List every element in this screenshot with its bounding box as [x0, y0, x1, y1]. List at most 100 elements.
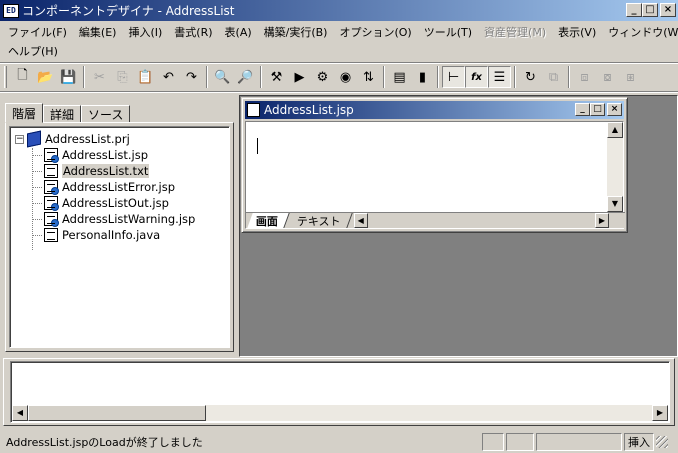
menu-row1-4[interactable]: 表(A) — [219, 24, 258, 40]
tree-file-item[interactable]: AddressListOut.jsp — [44, 195, 169, 211]
status-bar: AddressList.jspのLoadが終了しました 挿入 — [0, 430, 678, 453]
tree-file-item[interactable]: AddressListError.jsp — [44, 179, 175, 195]
refresh-icon[interactable]: ↻ — [519, 66, 542, 88]
window-tile-icon[interactable]: ⧇ — [596, 66, 619, 88]
window-title: コンポーネントデザイナ - AddressList — [22, 4, 235, 18]
project-pane: 階層 詳細 ソース − AddressList.prj AddressList.jsp A… — [3, 95, 237, 357]
sheet-scroll-left-button[interactable]: ◀ — [353, 213, 368, 228]
app-icon[interactable]: ED — [3, 3, 19, 18]
find-next-icon[interactable]: 🔎 — [234, 66, 257, 88]
jsp-file-icon — [44, 148, 59, 163]
editor-vertical-scrollbar[interactable]: ▲ ▼ — [607, 122, 623, 212]
title-bar[interactable]: ED コンポーネントデザイナ - AddressList _ □ × — [0, 0, 678, 21]
text-file-icon — [44, 164, 58, 178]
close-button[interactable]: × — [660, 3, 676, 17]
minimize-button[interactable]: _ — [626, 3, 642, 17]
project-tab-1[interactable]: 詳細 — [43, 105, 82, 123]
project-tab-0[interactable]: 階層 — [5, 103, 44, 123]
sheet-tab-1[interactable]: テキスト — [288, 213, 353, 228]
output-scroll-left-button[interactable]: ◀ — [12, 405, 28, 421]
menu-row1-7[interactable]: ツール(T) — [418, 24, 478, 40]
document-window[interactable]: AddressList.jsp _ □ × ▲ ▼ 画面 テキスト ◀ ▶ — [241, 97, 628, 233]
toolbar-separator — [514, 66, 516, 88]
toolbar-separator — [83, 66, 85, 88]
tree-file-label: AddressListWarning.jsp — [62, 212, 196, 226]
tree-root-project[interactable]: − AddressList.prj — [15, 130, 130, 148]
undo-icon[interactable]: ↶ — [157, 66, 180, 88]
project-tree[interactable]: − AddressList.prj AddressList.jsp AddressLi… — [9, 126, 230, 348]
menu-row1-9[interactable]: 表示(V) — [552, 24, 602, 40]
open-folder-icon[interactable]: 📂 — [34, 66, 57, 88]
comment-icon[interactable]: ☰ — [488, 66, 511, 88]
sheet-tab-label: 画面 — [256, 214, 278, 228]
jsp-file-icon — [44, 180, 59, 195]
status-message: AddressList.jspのLoadが終了しました — [6, 435, 203, 449]
menu-row2-0[interactable]: ヘルプ(H) — [2, 43, 64, 59]
output-scroll-thumb[interactable] — [28, 405, 206, 421]
toolbar-separator — [383, 66, 385, 88]
tree-file-label: PersonalInfo.java — [62, 228, 161, 242]
stop-icon[interactable]: ◉ — [334, 66, 357, 88]
build-icon[interactable]: ⚒ — [265, 66, 288, 88]
menu-row1-10[interactable]: ウィンドウ(W) — [602, 24, 678, 40]
save-icon[interactable]: 💾 — [57, 66, 80, 88]
component-icon[interactable]: ⧉ — [542, 66, 565, 88]
menu-row1-5[interactable]: 構築/実行(B) — [258, 24, 334, 40]
tree-collapse-toggle[interactable]: − — [15, 134, 24, 144]
redo-icon[interactable]: ↷ — [180, 66, 203, 88]
tree-file-label: AddressListOut.jsp — [62, 196, 169, 210]
sheet-scroll-right-button[interactable]: ▶ — [595, 213, 609, 228]
tree-file-label: AddressList.txt — [62, 164, 150, 178]
sheet-tabs: 画面 テキスト ◀ ▶ — [246, 212, 625, 228]
mdi-workspace[interactable]: AddressList.jsp _ □ × ▲ ▼ 画面 テキスト ◀ ▶ — [239, 95, 678, 357]
maximize-button[interactable]: □ — [642, 3, 658, 17]
sort-icon[interactable]: ⇅ — [357, 66, 380, 88]
menu-row1-0[interactable]: ファイル(F) — [2, 24, 73, 40]
tree-file-item[interactable]: AddressList.txt — [44, 163, 150, 179]
paste-icon[interactable]: 📋 — [134, 66, 157, 88]
tree-file-item[interactable]: AddressListWarning.jsp — [44, 211, 195, 227]
status-panel-2 — [506, 432, 534, 451]
function-icon[interactable]: fx — [465, 66, 488, 88]
properties-icon[interactable]: ▤ — [388, 66, 411, 88]
sheet-tab-label: テキスト — [297, 214, 341, 228]
tree-file-item[interactable]: AddressList.jsp — [44, 147, 148, 163]
toolbar-separator — [568, 66, 570, 88]
project-tab-2[interactable]: ソース — [81, 105, 131, 123]
status-panel-1 — [482, 432, 504, 451]
run-icon[interactable]: ▶ — [288, 66, 311, 88]
tree-view-icon[interactable]: ⊢ — [442, 66, 465, 88]
menu-row1-2[interactable]: 挿入(I) — [122, 24, 168, 40]
window-arrange-icon[interactable]: ⧆ — [619, 66, 642, 88]
cut-icon[interactable]: ✂ — [88, 66, 111, 88]
sheet-tab-0[interactable]: 画面 — [247, 213, 290, 228]
scroll-up-button[interactable]: ▲ — [607, 122, 623, 138]
design-editor[interactable]: ▲ ▼ 画面 テキスト ◀ ▶ — [245, 121, 625, 229]
menu-row1-3[interactable]: 書式(R) — [168, 24, 218, 40]
document-maximize-button[interactable]: □ — [590, 103, 605, 116]
output-log[interactable]: ◀ ▶ — [10, 361, 670, 423]
document-minimize-button[interactable]: _ — [575, 103, 590, 116]
menu-bar: ファイル(F) 編集(E) 挿入(I) 書式(R) 表(A) 構築/実行(B) オプション(… — [0, 21, 678, 61]
toolbar-grip[interactable] — [4, 66, 7, 88]
run-all-icon[interactable]: ⚙ — [311, 66, 334, 88]
output-horizontal-scrollbar[interactable]: ◀ ▶ — [12, 405, 668, 421]
output-scroll-right-button[interactable]: ▶ — [652, 405, 668, 421]
new-file-icon[interactable]: 🗋 — [11, 66, 34, 88]
copy-icon[interactable]: ⎘ — [111, 66, 134, 88]
document-title-bar[interactable]: AddressList.jsp _ □ × — [245, 101, 624, 119]
tree-file-item[interactable]: PersonalInfo.java — [44, 227, 160, 243]
resize-grip[interactable] — [656, 435, 668, 448]
menu-row1-6[interactable]: オプション(O) — [333, 24, 417, 40]
bookmark-icon[interactable]: ▮ — [411, 66, 434, 88]
find-icon[interactable]: 🔍 — [211, 66, 234, 88]
output-pane: ◀ ▶ — [3, 358, 675, 426]
window-cascade-icon[interactable]: ⧈ — [573, 66, 596, 88]
project-icon — [27, 130, 41, 148]
toolbar-separator — [206, 66, 208, 88]
toolbar-separator — [437, 66, 439, 88]
menu-row1-1[interactable]: 編集(E) — [73, 24, 123, 40]
document-close-button[interactable]: × — [607, 103, 622, 116]
menu-row1-8[interactable]: 資産管理(M) — [478, 24, 552, 40]
scroll-down-button[interactable]: ▼ — [607, 196, 623, 212]
